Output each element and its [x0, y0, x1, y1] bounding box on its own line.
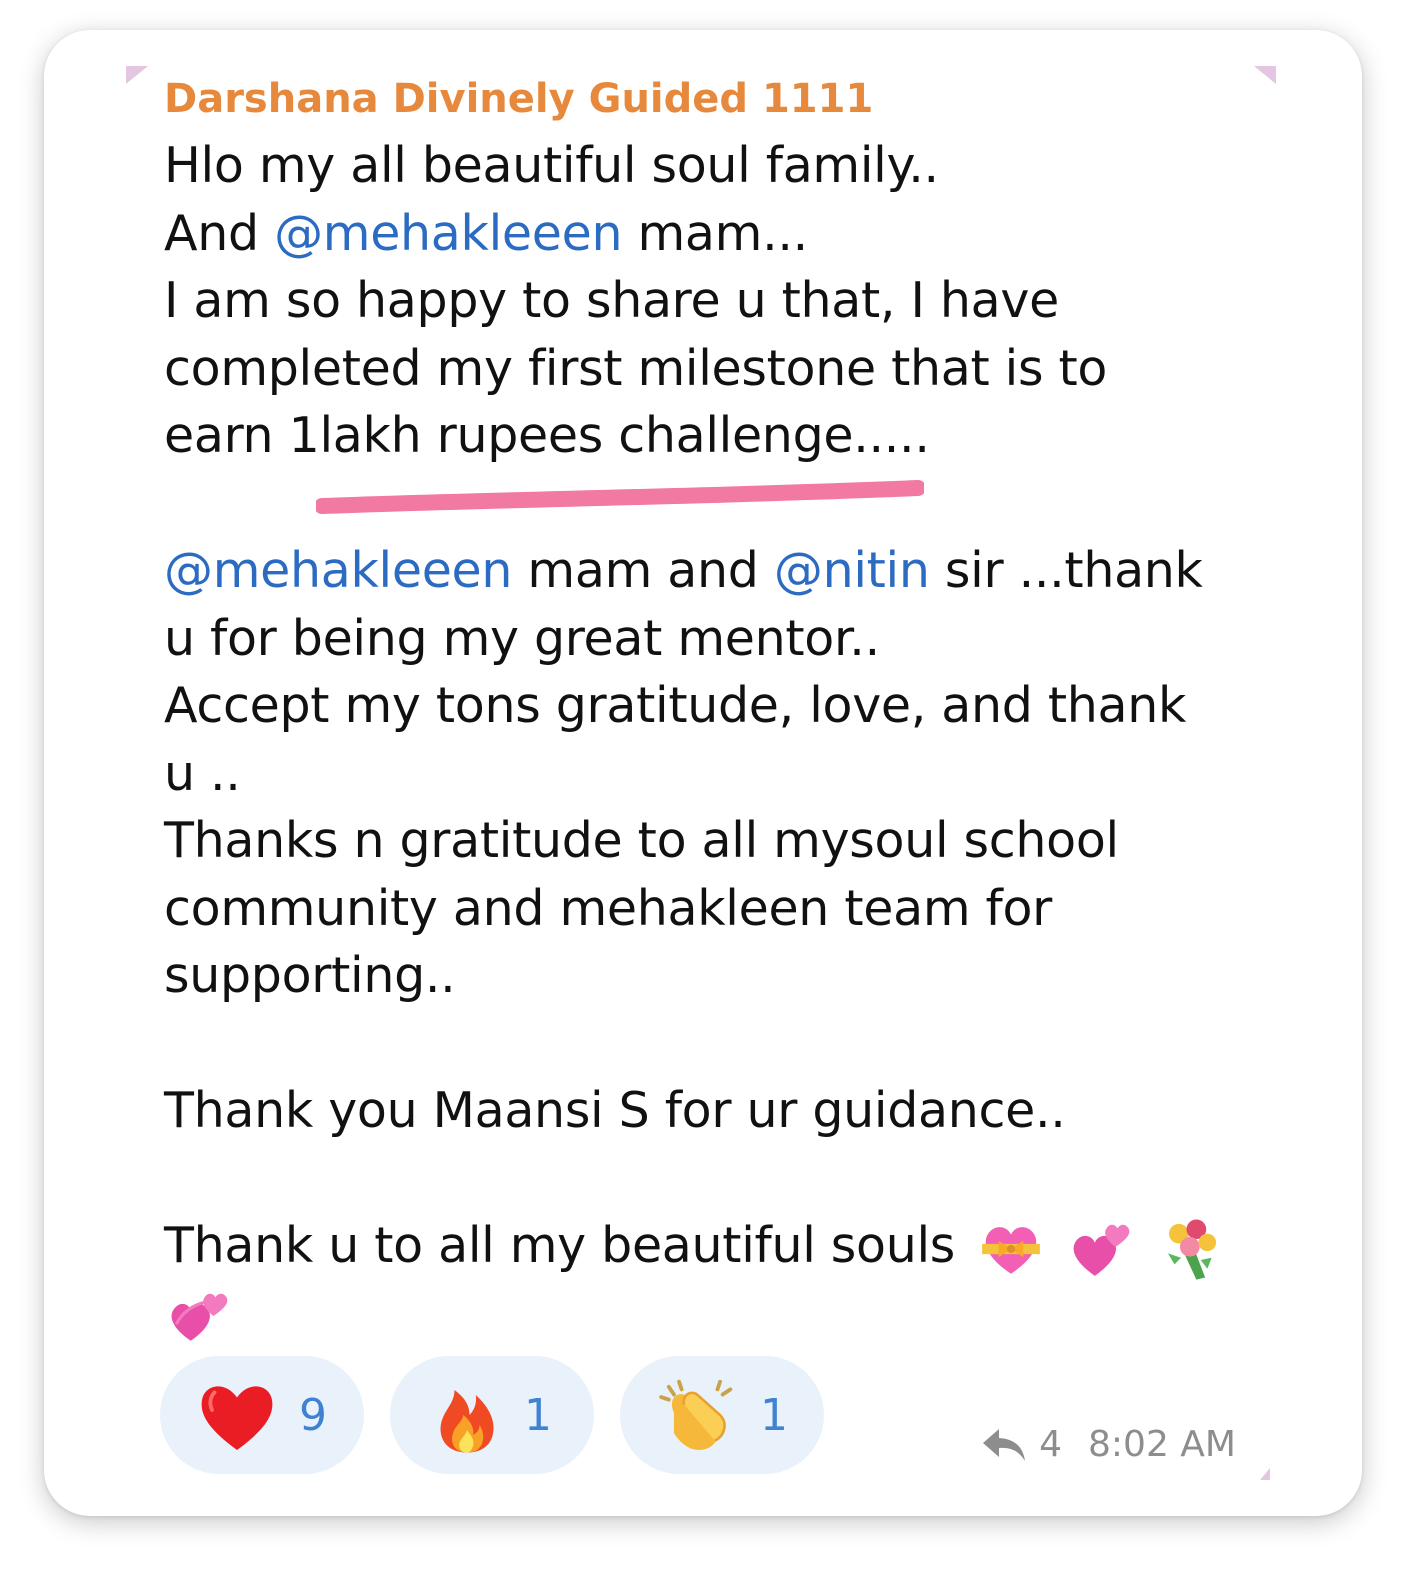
message-timestamp: 8:02 AM [1088, 1424, 1236, 1465]
text-segment: And [164, 204, 275, 262]
message-line: u for being my great mentor.. [164, 609, 880, 667]
revolving-hearts-icon [171, 1293, 228, 1341]
heart-icon [201, 1386, 273, 1450]
reaction-count: 1 [524, 1389, 552, 1441]
message-line: And @mehakleeen mam... [164, 200, 1254, 268]
message-line: supporting.. [164, 947, 456, 1004]
reaction-fire[interactable]: 1 [390, 1356, 594, 1474]
sender-name[interactable]: Darshana Divinely Guided 1111 [164, 74, 873, 124]
heart-with-ribbon-icon [982, 1226, 1041, 1274]
message-line: community and mehakleen team for [164, 879, 1052, 937]
text-segment: sir ...thank [929, 542, 1203, 599]
clapping-hands-icon [659, 1379, 733, 1450]
reaction-clap[interactable]: 1 [620, 1356, 824, 1474]
bubble-corner-decoration [1260, 1468, 1270, 1480]
mention-link[interactable]: @nitin [774, 542, 930, 599]
mention-link[interactable]: @mehakleeen [274, 205, 622, 262]
message-line: Accept my tons gratitude, love, and than… [164, 677, 1187, 734]
message-line: earn 1lakh rupees challenge..... [164, 407, 930, 464]
mention-link[interactable]: @mehakleeen [164, 542, 512, 599]
reaction-count: 1 [760, 1389, 788, 1441]
message-meta: 4 8:02 AM [981, 1424, 1236, 1465]
message-line: u .. [164, 744, 241, 802]
bubble-corner-decoration [126, 66, 148, 84]
reaction-count: 9 [299, 1389, 327, 1441]
message-line [164, 1280, 1254, 1348]
message-line: @mehakleeen mam and @nitin sir ...thank [164, 537, 1254, 605]
message-line: Thanks n gratitude to all mysoul school [164, 812, 1119, 869]
reaction-heart[interactable]: 9 [160, 1356, 364, 1474]
message-text: Hlo my all beautiful soul family.. And @… [164, 132, 1254, 1347]
text-segment: mam... [622, 204, 808, 262]
reply-arrow-icon[interactable] [981, 1425, 1027, 1465]
message-line: I am so happy to share u that, I have [164, 272, 1059, 329]
bubble-corner-decoration [1254, 66, 1276, 84]
reactions-bar: 9 1 1 [160, 1356, 824, 1474]
fire-icon [440, 1390, 494, 1453]
message-bubble[interactable]: Darshana Divinely Guided 1111 Hlo my all… [44, 30, 1362, 1516]
text-segment: Thank u to all my beautiful souls [164, 1217, 956, 1274]
message-line: Thank u to all my beautiful souls [164, 1212, 1254, 1280]
two-hearts-icon [1073, 1224, 1129, 1276]
message-line: Thank you Maansi S for ur guidance.. [164, 1082, 1066, 1139]
message-line: Hlo my all beautiful soul family.. [164, 137, 939, 194]
text-segment: mam and [512, 542, 774, 599]
message-line: completed my first milestone that is to [164, 339, 1108, 397]
bouquet-icon [1167, 1218, 1216, 1280]
reply-count[interactable]: 4 [1039, 1424, 1062, 1465]
